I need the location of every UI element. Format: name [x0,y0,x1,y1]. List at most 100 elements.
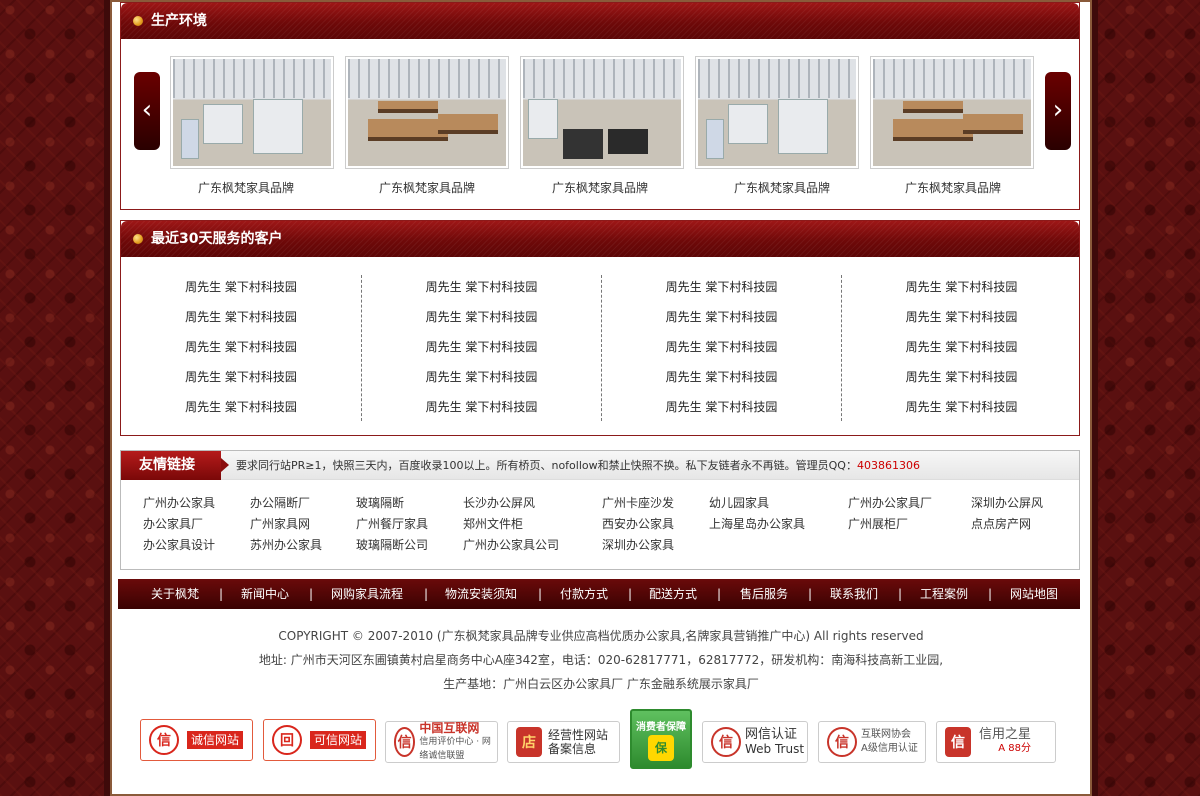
friend-links-rules: 要求同行站PR≥1，快照三天内，百度收录100以上。所有桥页、nofollow和… [236,459,857,472]
nav-separator: | [808,587,813,601]
prev-arrow-button[interactable]: ‹ [134,72,160,150]
badge-text: 经营性网站 备案信息 [548,728,608,756]
badge-label: 经营性网站 [548,728,609,742]
friend-link[interactable]: 广州餐厅家具 [356,515,428,532]
friend-links-note: 要求同行站PR≥1，快照三天内，百度收录100以上。所有桥页、nofollow和… [236,451,920,480]
gallery-caption[interactable]: 广东枫梵家具品牌 [700,179,864,196]
friend-link[interactable]: 西安办公家具 [602,515,674,532]
badge-text: 中国互联网 信用评价中心 · 网络诚信联盟 [419,721,497,763]
client-item: 周先生 棠下村科技园 [905,400,1018,414]
trust-seal-icon: 信 [394,727,416,757]
friend-link[interactable]: 郑州文件柜 [463,515,523,532]
friend-link[interactable]: 玻璃隔断 [356,494,404,511]
nav-payment[interactable]: 付款方式 [560,579,608,609]
gallery-thumb[interactable] [695,56,859,169]
nav-contact[interactable]: 联系我们 [830,579,878,609]
clients-column: 周先生 棠下村科技园 周先生 棠下村科技园 周先生 棠下村科技园 周先生 棠下村… [601,275,841,421]
factory-photo [348,59,506,166]
badge-credit-star[interactable]: 信 信用之星 A 88分 [936,721,1056,763]
nav-delivery[interactable]: 配送方式 [649,579,697,609]
friend-link[interactable]: 办公隔断厂 [250,494,310,511]
badge-internet-association[interactable]: 信 互联网协会 A级信用认证 [818,721,926,763]
friend-link[interactable]: 广州展柜厂 [848,515,908,532]
nav-separator: | [538,587,543,601]
badge-label: 互联网协会 [861,729,911,740]
factory-photo [523,59,681,166]
client-item: 周先生 棠下村科技园 [425,310,538,324]
nav-separator: | [628,587,633,601]
friend-link[interactable]: 玻璃隔断公司 [356,536,428,553]
nav-news[interactable]: 新闻中心 [241,579,289,609]
nav-logistics[interactable]: 物流安装须知 [445,579,517,609]
trust-seal-icon: 信 [711,727,741,757]
bullet-icon [133,16,143,26]
shield-icon: 信 [945,727,971,757]
client-item: 周先生 棠下村科技园 [425,280,538,294]
badge-text: 网信认证 Web Trust [745,727,804,757]
trust-seal-icon: 信 [827,727,857,757]
friend-link[interactable]: 深圳办公屏风 [971,494,1043,511]
friend-link[interactable]: 广州家具网 [250,515,310,532]
nav-purchase-flow[interactable]: 网购家具流程 [331,579,403,609]
friend-link[interactable]: 广州卡座沙发 [602,494,674,511]
client-item: 周先生 棠下村科技园 [905,280,1018,294]
badge-consumer-protection[interactable]: 消费者保障 保 [630,709,692,769]
friend-link[interactable]: 上海星岛办公家具 [709,515,805,532]
clients-column: 周先生 棠下村科技园 周先生 棠下村科技园 周先生 棠下村科技园 周先生 棠下村… [841,275,1081,421]
footer-nav: 关于枫梵 | 新闻中心 | 网购家具流程 | 物流安装须知 | 付款方式 | 配… [118,579,1080,609]
nav-after-sales[interactable]: 售后服务 [740,579,788,609]
friend-link[interactable]: 苏州办公家具 [250,536,322,553]
nav-about[interactable]: 关于枫梵 [151,579,199,609]
production-title: 生产环境 [151,13,207,29]
copyright-text: COPYRIGHT © 2007-2010 (广东枫梵家具品牌专业供应高档优质办… [278,629,924,643]
badge-sub: A级信用认证 [861,743,918,754]
client-item: 周先生 棠下村科技园 [425,400,538,414]
next-arrow-button[interactable]: › [1045,72,1071,150]
chevron-right-icon: › [1052,95,1064,125]
client-item: 周先生 棠下村科技园 [185,400,297,414]
badge-china-internet[interactable]: 信 中国互联网 信用评价中心 · 网络诚信联盟 [385,721,498,763]
clients-column: 周先生 棠下村科技园 周先生 棠下村科技园 周先生 棠下村科技园 周先生 棠下村… [121,275,361,421]
badge-business-record[interactable]: 店 经营性网站 备案信息 [507,721,620,763]
client-item: 周先生 棠下村科技园 [425,340,538,354]
gallery-caption[interactable]: 广东枫梵家具品牌 [871,179,1035,196]
nav-separator: | [898,587,903,601]
friend-link[interactable]: 深圳办公家具 [602,536,674,553]
friend-link[interactable]: 长沙办公屏风 [463,494,535,511]
badge-trusted-site[interactable]: 回 可信网站 [263,719,376,761]
client-item: 周先生 棠下村科技园 [905,310,1018,324]
gallery-thumb[interactable] [345,56,509,169]
client-item: 周先生 棠下村科技园 [185,370,297,384]
nav-separator: | [988,587,993,601]
gallery-caption[interactable]: 广东枫梵家具品牌 [518,179,682,196]
gallery-thumb[interactable] [870,56,1034,169]
friend-link[interactable]: 广州办公家具 [143,494,215,511]
badge-label: 网信认证 [745,727,798,742]
bullet-icon [133,234,143,244]
friend-links-header: 友情链接 要求同行站PR≥1，快照三天内，百度收录100以上。所有桥页、nofo… [121,451,1079,480]
nav-cases[interactable]: 工程案例 [920,579,968,609]
client-item: 周先生 棠下村科技园 [665,310,778,324]
client-item: 周先生 棠下村科技园 [665,280,778,294]
friend-link[interactable]: 广州办公家具厂 [848,494,932,511]
friend-link[interactable]: 广州办公家具公司 [463,536,559,553]
gallery-thumb[interactable] [170,56,334,169]
gallery-caption[interactable]: 广东枫梵家具品牌 [164,179,328,196]
clients-header: 最近30天服务的客户 [121,221,1079,257]
clients-column: 周先生 棠下村科技园 周先生 棠下村科技园 周先生 棠下村科技园 周先生 棠下村… [361,275,601,421]
factory-photo [873,59,1031,166]
badge-label: 中国互联网 [419,721,480,735]
gallery-thumb[interactable] [520,56,684,169]
nav-sitemap[interactable]: 网站地图 [1010,579,1058,609]
badge-honest-site[interactable]: 信 诚信网站 [140,719,253,761]
gallery-caption[interactable]: 广东枫梵家具品牌 [345,179,509,196]
friend-link[interactable]: 办公家具设计 [143,536,215,553]
production-panel: 生产环境 ‹ › 广东枫梵家具品牌 广东枫梵家具品牌 广东枫梵家具品牌 广东枫梵… [120,2,1080,210]
friend-link[interactable]: 幼儿园家具 [709,494,769,511]
friend-link[interactable]: 点点房产网 [971,515,1031,532]
trust-seal-icon: 信 [149,725,179,755]
friend-link[interactable]: 办公家具厂 [143,515,203,532]
badge-web-trust[interactable]: 信 网信认证 Web Trust [702,721,808,763]
client-item: 周先生 棠下村科技园 [665,400,778,414]
friend-links-panel: 友情链接 要求同行站PR≥1，快照三天内，百度收录100以上。所有桥页、nofo… [120,450,1080,570]
